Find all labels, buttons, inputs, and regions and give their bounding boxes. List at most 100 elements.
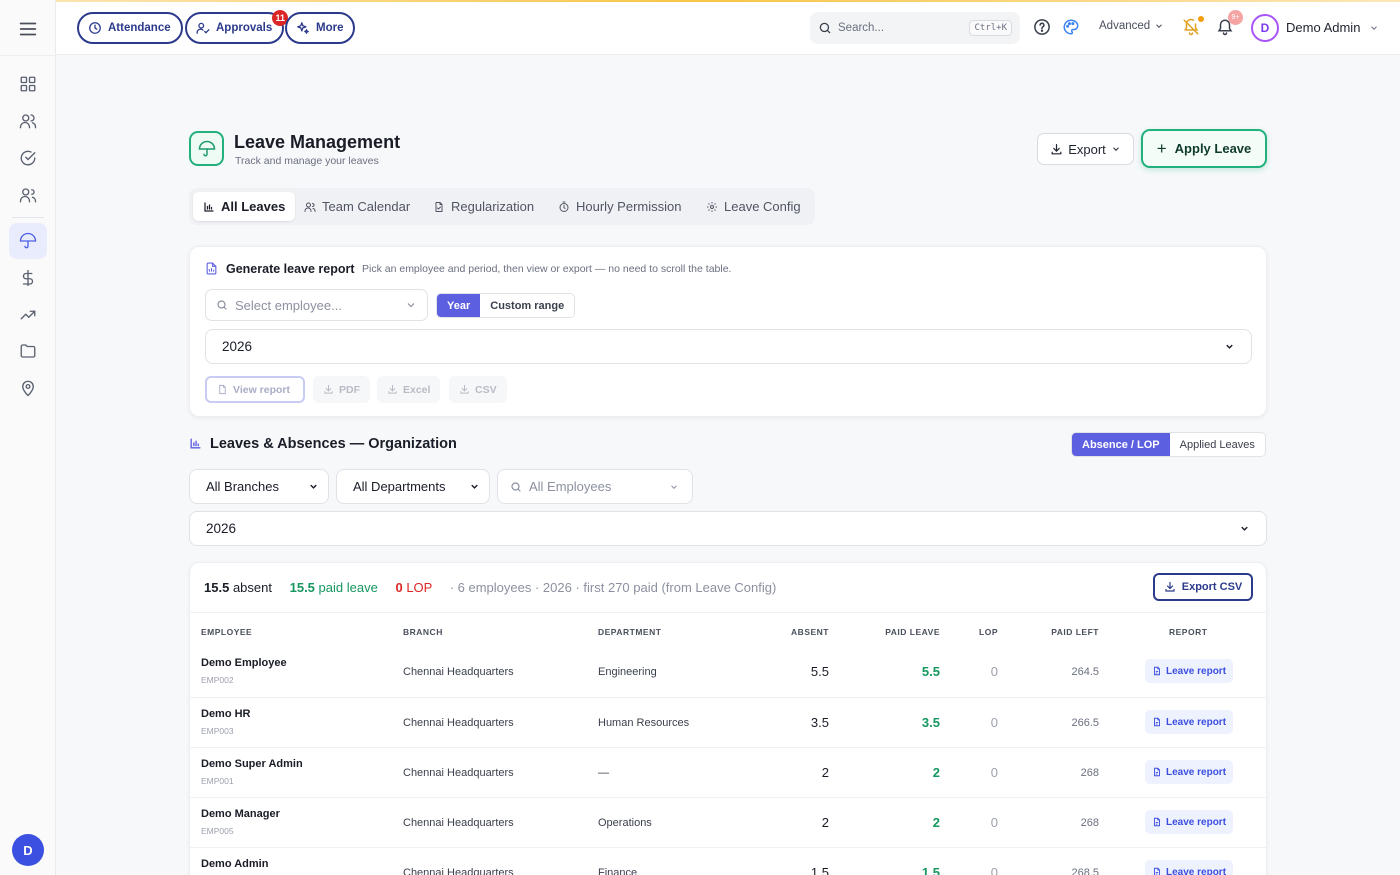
leave-tabs: All Leaves Team Calendar Regularization …	[189, 188, 815, 225]
column-header[interactable]: LOP	[979, 627, 998, 637]
employee-name[interactable]: Demo Manager	[201, 808, 280, 820]
column-header[interactable]: PAID LEFT	[1051, 627, 1099, 637]
leave-report-button[interactable]: Leave report	[1145, 760, 1234, 784]
tab-leave-config[interactable]: Leave Config	[696, 192, 811, 221]
tab-hourly-permission[interactable]: Hourly Permission	[548, 192, 691, 221]
leave-module-icon	[189, 131, 224, 166]
tab-all-leaves[interactable]: All Leaves	[193, 192, 296, 221]
column-header[interactable]: EMPLOYEE	[201, 627, 252, 637]
report-year-select[interactable]: 2026	[205, 329, 1252, 364]
column-header[interactable]: BRANCH	[403, 627, 443, 637]
leave-report-button[interactable]: Leave report	[1145, 810, 1234, 834]
approvals-quick-link[interactable]: Approvals 11	[185, 10, 289, 44]
sidebar-item-leave[interactable]	[9, 223, 47, 259]
leave-report-button[interactable]: Leave report	[1145, 659, 1234, 683]
sidebar-item-dashboard[interactable]	[9, 66, 47, 102]
column-header[interactable]: ABSENT	[791, 627, 829, 637]
report-title: Generate leave report	[226, 262, 355, 276]
excel-button[interactable]: Excel	[377, 376, 441, 403]
applied-leaves-button[interactable]: Applied Leaves	[1169, 433, 1265, 456]
column-header[interactable]: DEPARTMENT	[598, 627, 661, 637]
bell-off-icon[interactable]	[1182, 16, 1204, 38]
leave-report-card: Generate leave report Pick an employee a…	[189, 246, 1267, 417]
leave-report-button[interactable]: Leave report	[1145, 860, 1234, 875]
advanced-dropdown[interactable]: Advanced	[1099, 20, 1164, 32]
advanced-label: Advanced	[1099, 20, 1151, 32]
file-icon	[1152, 767, 1166, 777]
export-button[interactable]: Export	[1037, 133, 1134, 165]
help-icon[interactable]	[1033, 18, 1053, 38]
sidebar-avatar[interactable]: D	[12, 834, 44, 866]
pdf-button[interactable]: PDF	[313, 376, 370, 403]
view-report-button[interactable]: View report	[205, 376, 305, 403]
department-cell: Human Resources	[598, 717, 690, 729]
file-check-icon	[433, 201, 451, 213]
employee-name[interactable]: Demo Super Admin	[201, 758, 303, 770]
report-year-value: 2026	[222, 339, 253, 354]
paid-leave-cell: 5.5	[921, 664, 940, 679]
sidebar-item-documents[interactable]	[9, 333, 47, 369]
department-filter-value: All Departments	[353, 479, 446, 494]
absent-cell: 2	[821, 765, 829, 780]
employee-select[interactable]: Select employee...	[205, 289, 428, 321]
leaves-year-select[interactable]: 2026	[189, 511, 1267, 546]
employee-name[interactable]: Demo HR	[201, 708, 251, 720]
department-cell: —	[598, 767, 609, 779]
sidebar-item-attendance[interactable]	[9, 140, 47, 176]
csv-button[interactable]: CSV	[449, 376, 507, 403]
team-icon	[19, 186, 37, 204]
employee-id: EMP002	[201, 675, 234, 685]
table-row: Demo Manager EMP005 Chennai Headquarters Op…	[190, 797, 1266, 847]
user-avatar[interactable]: D	[1251, 14, 1279, 42]
tab-label: Regularization	[451, 199, 535, 214]
more-quick-link[interactable]: More	[285, 12, 356, 44]
chevron-down-icon	[1106, 144, 1126, 154]
user-name[interactable]: Demo Admin	[1286, 20, 1360, 35]
menu-icon[interactable]	[17, 18, 39, 40]
apply-leave-label: Apply Leave	[1174, 141, 1252, 156]
tab-team-calendar[interactable]: Team Calendar	[294, 192, 420, 221]
bar-chart-icon	[189, 437, 202, 451]
sidebar-divider	[0, 55, 56, 56]
sidebar-item-performance[interactable]	[9, 297, 47, 333]
apply-leave-button[interactable]: + Apply Leave	[1141, 129, 1267, 168]
employee-filter[interactable]: All Employees	[497, 469, 693, 504]
chevron-down-icon	[469, 481, 480, 492]
export-csv-button[interactable]: Export CSV	[1153, 573, 1253, 601]
sidebar-item-team[interactable]	[9, 177, 47, 213]
tab-regularization[interactable]: Regularization	[423, 192, 544, 221]
approvals-label: Approvals	[216, 22, 273, 34]
user-menu-chevron-icon[interactable]	[1369, 23, 1379, 33]
year-mode-button[interactable]: Year	[437, 294, 481, 317]
sidebar-item-locations[interactable]	[9, 370, 47, 406]
paid-leave-cell: 2	[932, 815, 940, 830]
employee-id: EMP003	[201, 726, 234, 736]
employee-name[interactable]: Demo Employee	[201, 657, 287, 669]
branch-filter[interactable]: All Branches	[189, 469, 329, 504]
table-row: Demo Admin Chennai Headquarters Finance 1.5…	[190, 847, 1266, 875]
top-header: Attendance Approvals 11 More Search... C…	[56, 2, 1400, 55]
column-header[interactable]: REPORT	[1169, 627, 1207, 637]
file-chart-icon	[205, 262, 218, 276]
branch-cell: Chennai Headquarters	[403, 717, 514, 729]
page-title: Leave Management	[234, 132, 401, 152]
notifications-icon[interactable]: 9+	[1216, 10, 1243, 38]
search-placeholder: Search...	[838, 22, 885, 34]
absence-lop-button[interactable]: Absence / LOP	[1072, 433, 1170, 456]
attendance-quick-link[interactable]: Attendance	[77, 12, 183, 44]
sidebar-item-users[interactable]	[9, 103, 47, 139]
column-header[interactable]: PAID LEAVE	[885, 627, 940, 637]
employee-name[interactable]: Demo Admin	[201, 858, 268, 870]
sidebar-item-payroll[interactable]	[9, 260, 47, 296]
paid-left-cell: 268	[1080, 817, 1099, 829]
department-filter[interactable]: All Departments	[336, 469, 490, 504]
global-search[interactable]: Search... Ctrl+K	[810, 12, 1020, 44]
leave-report-label: Leave report	[1166, 816, 1227, 828]
leave-report-button[interactable]: Leave report	[1145, 710, 1234, 734]
leaves-year-value: 2026	[206, 521, 237, 536]
umbrella-icon	[19, 232, 37, 250]
custom-range-button[interactable]: Custom range	[480, 294, 575, 317]
folder-icon	[19, 342, 37, 360]
download-icon	[459, 384, 475, 395]
palette-icon[interactable]	[1062, 18, 1082, 38]
